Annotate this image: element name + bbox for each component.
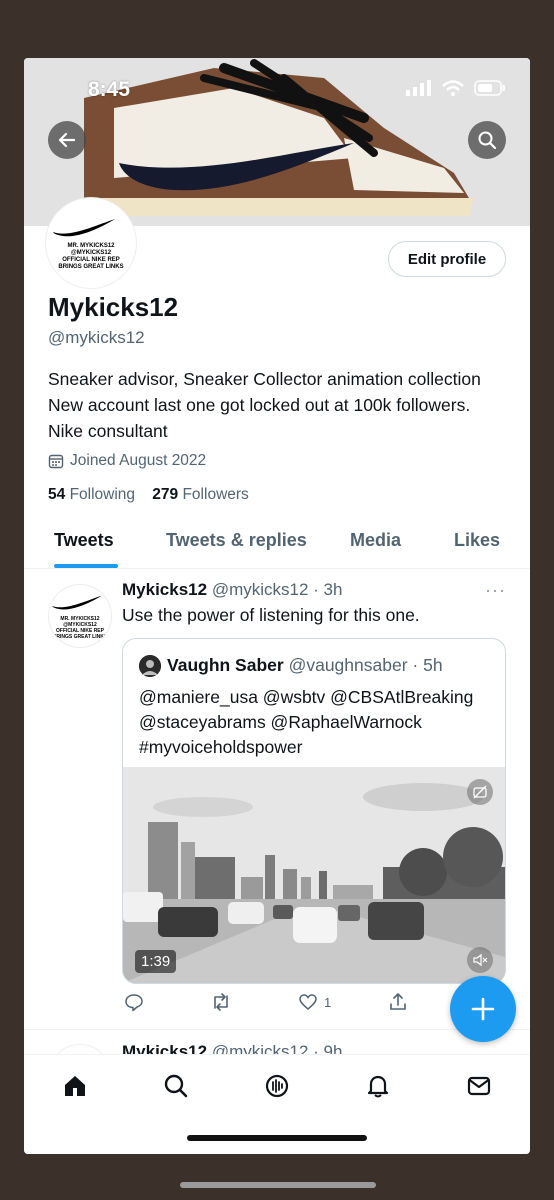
nav-home[interactable] [60,1071,90,1101]
retweet-button[interactable] [210,992,232,1012]
quote-line-2: @staceyabrams @RaphaelWarnock [139,712,422,732]
tab-tweets-replies[interactable]: Tweets & replies [166,530,307,551]
like-count: 1 [324,994,332,1010]
quote-avatar [139,655,161,677]
tweet-more-button[interactable]: ··· [485,580,506,601]
status-time: 8:45 [88,78,131,101]
profile-handle: @mykicks12 [48,328,145,347]
reply-icon [125,994,143,1012]
home-icon [65,1076,85,1096]
compose-tweet-button[interactable] [450,976,516,1042]
nav-notifications[interactable] [363,1071,393,1101]
tweet-avatar-text-2: OFFICIAL NIKE REP [56,627,104,634]
profile-tabs: Tweets Tweets & replies Media Likes [24,524,530,569]
captions-off-icon [473,785,487,799]
nav-spaces[interactable] [262,1071,292,1101]
back-button[interactable] [48,121,86,159]
avatar-text-3: BRINGS GREAT LINKS [58,263,124,270]
following-label: Following [69,486,136,503]
nav-messages[interactable] [464,1071,494,1101]
search-button[interactable] [468,121,506,159]
following-link[interactable]: 54 Following [48,486,135,503]
tweet-text: Use the power of listening for this one. [122,605,420,625]
profile-avatar[interactable]: MR. MYKICKS12 @MYKICKS12 OFFICIAL NIKE R… [46,198,136,288]
mute-button[interactable] [467,947,493,973]
search-icon [478,131,497,150]
tab-media[interactable]: Media [350,530,401,551]
following-count: 54 [48,486,66,503]
arrow-left-icon [58,132,76,148]
phone-screen: 8:45 MR. MYKICKS12 @MYKICKS12 OFFICIAL N… [24,58,530,1154]
followers-label: Followers [182,486,249,503]
tweet-divider [24,1029,530,1030]
tweet-avatar-text-3: BRINGS GREAT LINKS [52,633,108,640]
share-icon [390,993,406,1010]
tweet-avatar[interactable]: MR. MYKICKS12 @MYKICKS12 OFFICIAL NIKE R… [48,584,112,648]
bottom-navigation [24,1054,530,1154]
nav-search[interactable] [161,1071,191,1101]
tab-tweets[interactable]: Tweets [54,530,114,551]
retweet-icon [214,993,228,1011]
outer-home-bar [180,1182,376,1188]
quote-author-meta: @vaughnsaber · 5h [288,655,443,675]
plus-icon [471,997,495,1021]
edit-profile-button[interactable]: Edit profile [388,241,506,277]
heart-icon [299,994,317,1010]
mail-icon [467,1076,491,1096]
profile-bio: Sneaker advisor, Sneaker Collector anima… [48,369,481,441]
profile-name: Mykicks12 [48,292,179,322]
cellular-icon [406,80,431,96]
person-photo-icon [139,655,161,677]
battery-icon [474,80,505,96]
quote-header: Vaughn Saber @vaughnsaber · 5h [167,655,443,676]
reply-button[interactable] [124,992,144,1012]
joined-date: Joined August 2022 [48,452,206,470]
tweet-avatar-text-1: MR. MYKICKS12 @MYKICKS12 [60,615,100,628]
followers-link[interactable]: 279 Followers [152,486,249,503]
quoted-tweet[interactable]: Vaughn Saber @vaughnsaber · 5h @maniere_… [122,638,506,984]
avatar-text-2: OFFICIAL NIKE REP [62,256,120,263]
share-button[interactable] [388,992,408,1012]
speaker-muted-icon [473,953,488,967]
status-icons [406,80,506,96]
tab-likes[interactable]: Likes [454,530,500,551]
video-thumbnail[interactable]: 1:39 [123,767,505,983]
video-duration: 1:39 [135,950,177,973]
follow-stats: 54 Following 279 Followers [48,486,249,504]
wifi-icon [442,80,464,96]
calendar-icon [48,454,64,469]
avatar-logo: MR. MYKICKS12 @MYKICKS12 OFFICIAL NIKE R… [49,216,133,271]
quote-text: @maniere_usa @wsbtv @CBSAtlBreaking @sta… [139,685,499,760]
quote-line-1: @maniere_usa @wsbtv @CBSAtlBreaking [139,687,474,707]
captions-off-button[interactable] [467,779,493,805]
city-highway-image [123,767,505,983]
active-tab-indicator [54,564,118,568]
quote-author-name: Vaughn Saber [167,655,284,675]
followers-count: 279 [152,486,179,503]
spaces-icon [265,1074,289,1098]
quote-line-3: #myvoiceholdspower [139,737,303,757]
tweet-author-name[interactable]: Mykicks12 [122,580,207,599]
tweet-actions: 1 [122,992,422,1014]
tweet-header: Mykicks12 @mykicks12 · 3h [122,580,342,600]
avatar-text-1: MR. MYKICKS12 @MYKICKS12 [67,242,115,256]
search-icon [164,1074,188,1098]
swoosh-logo-icon [53,218,115,236]
tweet-author-meta: @mykicks12 · 3h [211,580,343,599]
swoosh-logo-icon [52,595,102,609]
joined-text: Joined August 2022 [70,452,207,469]
like-button[interactable]: 1 [298,992,331,1012]
bell-icon [367,1075,389,1098]
home-indicator [187,1135,367,1141]
